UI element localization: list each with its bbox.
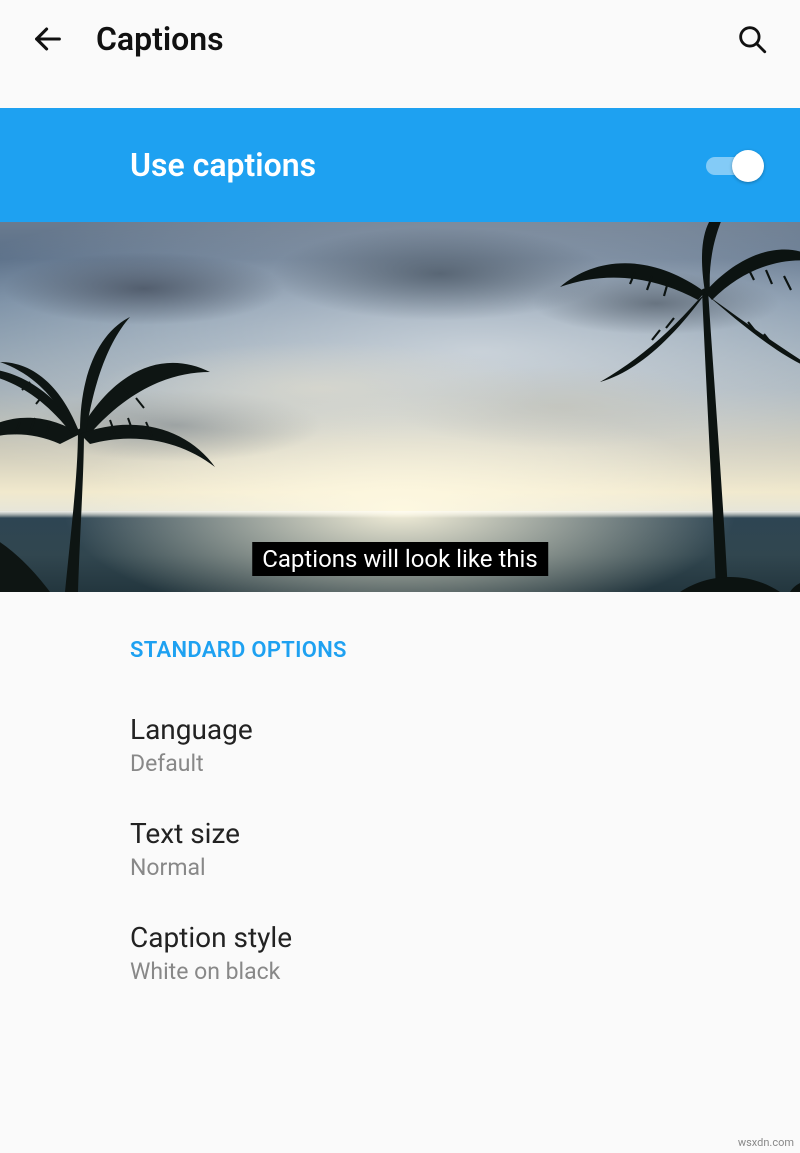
option-caption-style[interactable]: Caption style White on black xyxy=(0,891,800,995)
option-text-size[interactable]: Text size Normal xyxy=(0,787,800,891)
option-title: Language xyxy=(130,713,670,746)
palm-tree-icon xyxy=(0,222,240,592)
back-icon[interactable] xyxy=(30,21,66,57)
option-title: Text size xyxy=(130,817,670,850)
watermark: wsxdn.com xyxy=(738,1136,794,1149)
option-value: Default xyxy=(130,750,670,777)
option-language[interactable]: Language Default xyxy=(0,683,800,787)
use-captions-toggle[interactable] xyxy=(706,150,760,180)
section-header: STANDARD OPTIONS xyxy=(130,638,670,663)
use-captions-row[interactable]: Use captions xyxy=(0,108,800,222)
caption-sample-text: Captions will look like this xyxy=(252,542,548,576)
palm-tree-icon xyxy=(540,222,800,592)
caption-preview-image: Captions will look like this xyxy=(0,222,800,592)
option-value: Normal xyxy=(130,854,670,881)
option-title: Caption style xyxy=(130,921,670,954)
app-header: Captions xyxy=(0,0,800,78)
page-title: Captions xyxy=(96,20,224,58)
use-captions-label: Use captions xyxy=(130,146,316,184)
option-value: White on black xyxy=(130,958,670,985)
search-icon[interactable] xyxy=(734,21,770,57)
section-standard-options: STANDARD OPTIONS xyxy=(0,592,800,683)
